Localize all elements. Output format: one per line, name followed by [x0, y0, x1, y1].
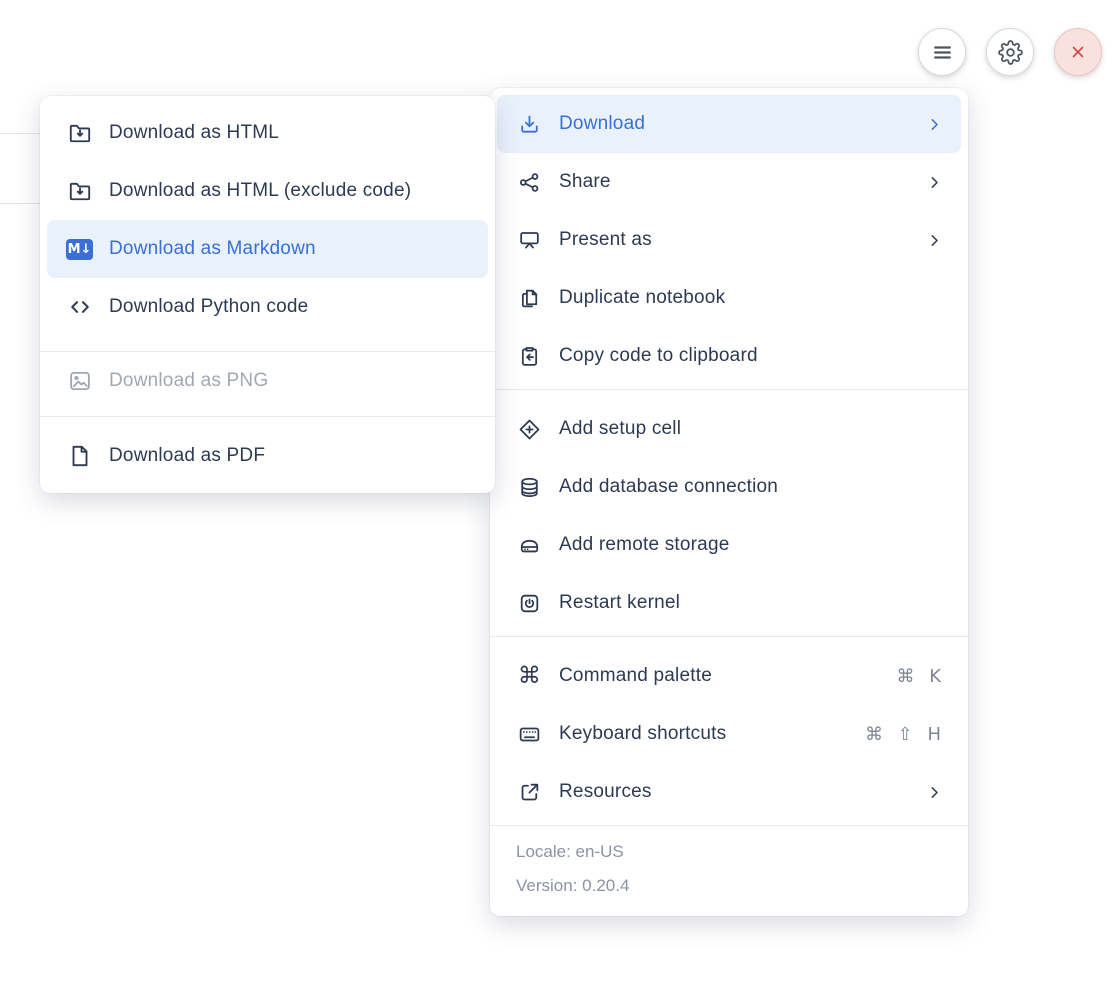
menu-item-label: Download as Markdown [109, 238, 469, 260]
shortcut-label: ⌘ K [896, 666, 942, 687]
menu-item-add-remote-storage[interactable]: Add remote storage [497, 516, 961, 574]
download-submenu-panel: Download as HTML Download as HTML (exclu… [40, 96, 495, 493]
menu-item-share[interactable]: Share [497, 153, 961, 211]
menu-item-label: Add setup cell [559, 418, 942, 440]
menu-divider [490, 389, 968, 390]
background-rule-line [0, 133, 44, 134]
menu-item-add-database-connection[interactable]: Add database connection [497, 458, 961, 516]
menu-item-label: Download [559, 113, 915, 135]
diamond-plus-icon [516, 416, 543, 443]
present-icon [516, 227, 543, 254]
menu-item-label: Present as [559, 229, 915, 251]
keyboard-icon [516, 721, 543, 748]
shortcut-label: ⌘ ⇧ H [865, 724, 942, 745]
menu-footer: Locale: en-US Version: 0.20.4 [490, 825, 968, 916]
menu-item-label: Share [559, 171, 915, 193]
locale-text: Locale: en-US [516, 835, 942, 869]
menu-divider [490, 636, 968, 637]
menu-item-label: Add remote storage [559, 534, 942, 556]
background-rule-line [0, 203, 44, 204]
menu-item-label: Resources [559, 781, 915, 803]
markdown-badge: M↓ [66, 239, 93, 260]
menu-item-label: Add database connection [559, 476, 942, 498]
chevron-right-icon [927, 233, 942, 248]
menu-divider [40, 416, 495, 417]
menu-item-label: Command palette [559, 665, 884, 687]
notebook-menu-panel: Download Share Present as Duplicate note… [490, 88, 968, 916]
menu-item-download-as-markdown[interactable]: M↓ Download as Markdown [47, 220, 488, 278]
menu-item-present-as[interactable]: Present as [497, 211, 961, 269]
code-icon [66, 294, 93, 321]
version-text: Version: 0.20.4 [516, 869, 942, 903]
markdown-icon: M↓ [66, 236, 93, 263]
close-button[interactable] [1054, 28, 1102, 76]
image-icon [66, 368, 93, 395]
chevron-right-icon [927, 117, 942, 132]
menu-item-restart-kernel[interactable]: Restart kernel [497, 574, 961, 632]
chevron-right-icon [927, 785, 942, 800]
folder-download-icon [66, 120, 93, 147]
menu-item-keyboard-shortcuts[interactable]: Keyboard shortcuts ⌘ ⇧ H [497, 705, 961, 763]
gear-icon [998, 40, 1023, 65]
menu-item-label: Restart kernel [559, 592, 942, 614]
storage-drive-icon [516, 532, 543, 559]
menu-item-download-as-pdf[interactable]: Download as PDF [47, 427, 488, 485]
menu-item-label: Download as HTML (exclude code) [109, 180, 469, 202]
menu-item-command-palette[interactable]: ⌘ Command palette ⌘ K [497, 647, 961, 705]
close-icon [1066, 40, 1090, 64]
settings-button[interactable] [986, 28, 1034, 76]
menu-item-label: Keyboard shortcuts [559, 723, 853, 745]
download-icon [516, 111, 543, 138]
notebook-menu-button[interactable] [918, 28, 966, 76]
external-link-icon [516, 779, 543, 806]
duplicate-icon [516, 285, 543, 312]
menu-item-resources[interactable]: Resources [497, 763, 961, 821]
menu-item-label: Download as PDF [109, 445, 469, 467]
power-icon [516, 590, 543, 617]
menu-item-label: Download Python code [109, 296, 469, 318]
menu-item-duplicate-notebook[interactable]: Duplicate notebook [497, 269, 961, 327]
menu-item-copy-code-to-clipboard[interactable]: Copy code to clipboard [497, 327, 961, 385]
menu-item-download-as-html[interactable]: Download as HTML [47, 104, 488, 162]
menu-item-download-python-code[interactable]: Download Python code [47, 278, 488, 336]
hamburger-icon [929, 39, 956, 66]
command-icon: ⌘ [516, 663, 543, 690]
database-icon [516, 474, 543, 501]
menu-item-label: Duplicate notebook [559, 287, 942, 309]
share-icon [516, 169, 543, 196]
menu-item-label: Download as PNG [109, 370, 469, 392]
clipboard-arrow-icon [516, 343, 543, 370]
menu-item-download[interactable]: Download [497, 95, 961, 153]
menu-item-download-as-html-exclude-code[interactable]: Download as HTML (exclude code) [47, 162, 488, 220]
chevron-right-icon [927, 175, 942, 190]
folder-download-icon [66, 178, 93, 205]
file-icon [66, 443, 93, 470]
menu-item-label: Copy code to clipboard [559, 345, 942, 367]
menu-item-label: Download as HTML [109, 122, 469, 144]
menu-item-add-setup-cell[interactable]: Add setup cell [497, 400, 961, 458]
menu-item-download-as-png: Download as PNG [47, 352, 488, 410]
